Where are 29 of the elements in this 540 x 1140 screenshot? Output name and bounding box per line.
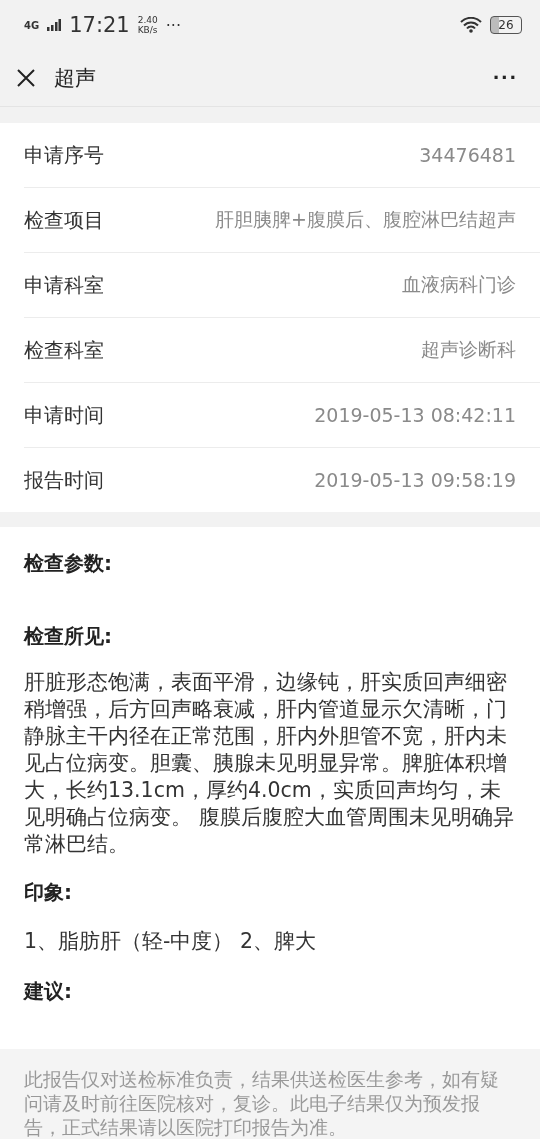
field-label: 申请科室 (24, 271, 104, 299)
section-heading: 检查所见: (24, 623, 113, 650)
field-label: 申请序号 (24, 141, 104, 169)
field-value: 血液病科门诊 (402, 272, 516, 297)
section-text: 1、脂肪肝（轻-中度） 2、脾大 (24, 928, 317, 955)
notification-dots: ··· (165, 15, 181, 35)
network-type: 4G (24, 19, 40, 31)
field-label: 申请时间 (24, 401, 104, 429)
section-heading: 建议: (24, 978, 73, 1005)
section-heading: 检查参数: (24, 550, 113, 577)
wifi-icon (460, 17, 482, 33)
field-label: 检查项目 (24, 206, 104, 234)
section-heading: 印象: (24, 879, 73, 906)
field-label: 报告时间 (24, 466, 104, 494)
field-value: 肝胆胰脾+腹膜后、腹腔淋巴结超声 (215, 207, 516, 232)
field-value: 34476481 (419, 144, 516, 166)
disclaimer-text: 此报告仅对送检标准负责，结果供送检医生参考，如有疑问请及时前往医院核对，复诊。此电子结果仅为预发报告，正式结果请以医院打印报告为准。 (24, 1067, 500, 1139)
section-text: 肝脏形态饱满，表面平滑，边缘钝，肝实质回声细密稍增强，后方回声略衰减，肝内管道显示欠清晰，门静脉主干内径在正常范围，肝内外胆管不宽，肝内未见占位病变。胆囊、胰腺未见明显异常。脾脏体积增大，长约13.1cm，厚约4.0cm，实质回声均匀，未见明确占位病变。 腹膜后腹腔大血管周围未见明确异常淋巴结。 (24, 669, 515, 858)
field-value: 2019-05-13 08:42:11 (314, 404, 516, 426)
battery-level: 26 (490, 16, 522, 34)
field-value: 2019-05-13 09:58:19 (314, 469, 516, 491)
more-button[interactable]: ··· (493, 65, 518, 91)
signal-icon (47, 19, 62, 31)
close-icon[interactable] (16, 68, 36, 88)
network-speed: 2.40 KB/s (137, 15, 158, 35)
field-label: 检查科室 (24, 336, 104, 364)
field-value: 超声诊断科 (421, 337, 516, 362)
clock-time: 17:21 (69, 13, 130, 37)
page-title: 超声 (54, 65, 97, 92)
